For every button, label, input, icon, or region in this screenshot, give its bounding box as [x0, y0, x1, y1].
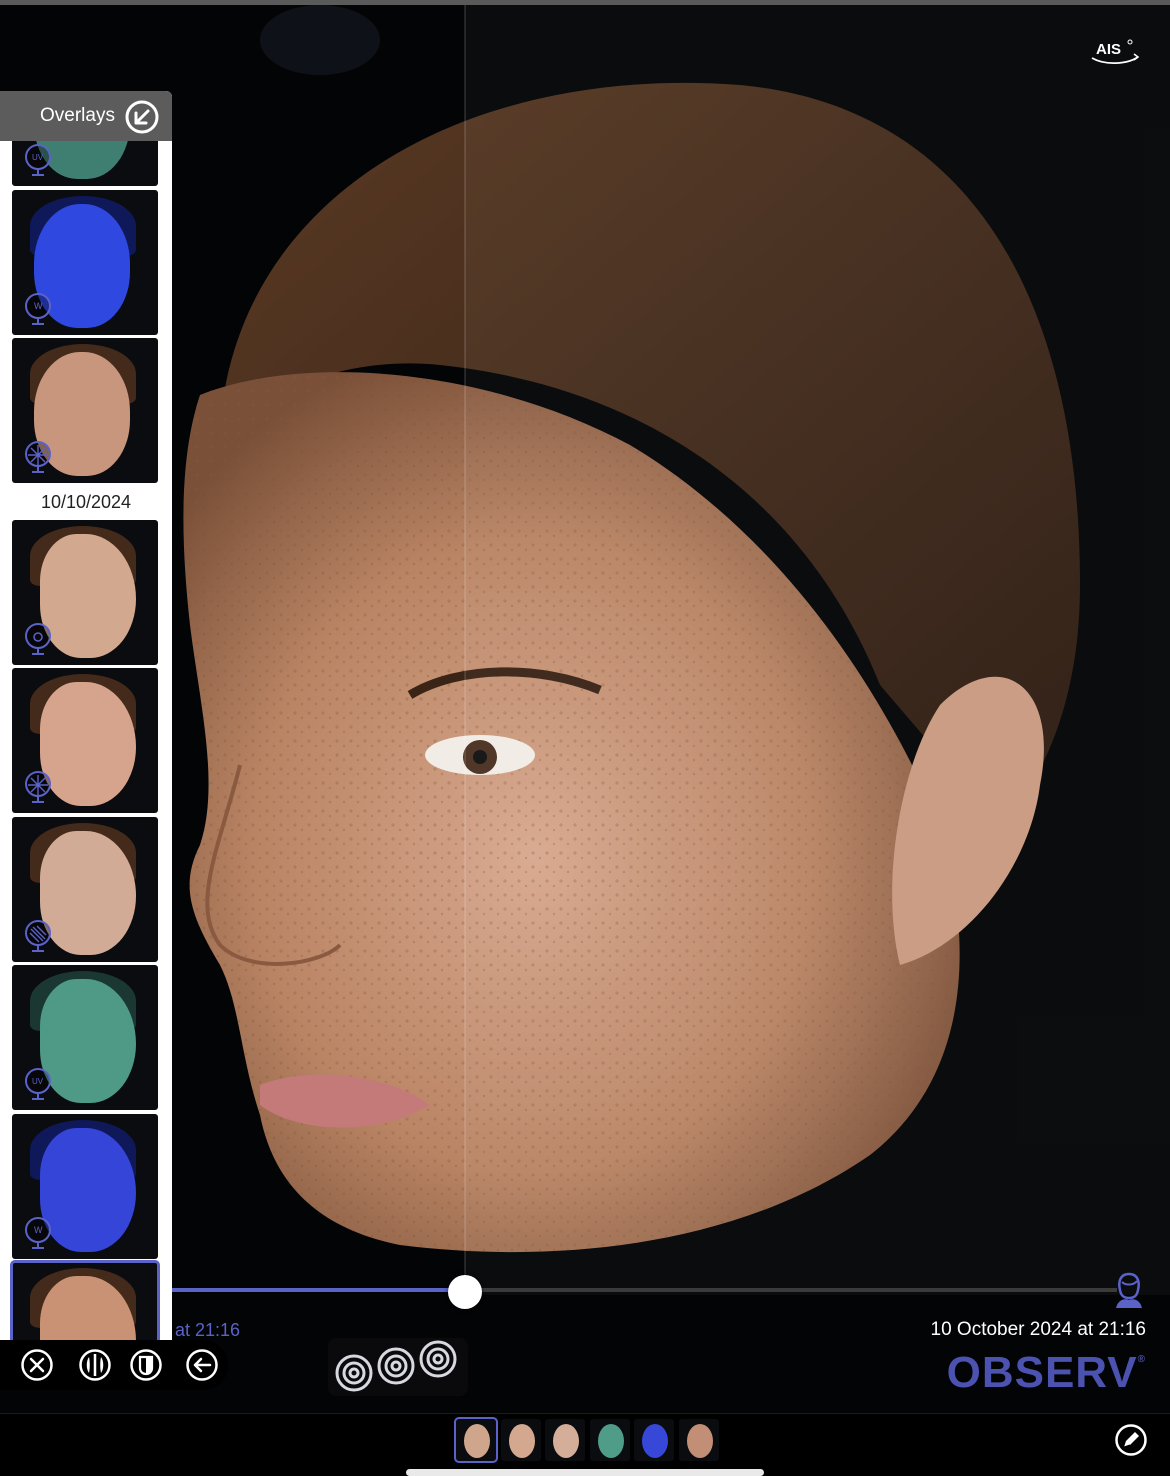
light-source-icon: W — [22, 291, 54, 325]
comparison-right-pane — [465, 5, 1170, 1295]
comparison-slider-track[interactable] — [172, 1288, 1117, 1292]
overlays-panel: Overlays UV W 10/10/2024 UV W — [0, 91, 172, 1341]
bottom-thumbnail-bar — [0, 1413, 1170, 1476]
session-date-label: 10/10/2024 — [40, 491, 132, 512]
home-indicator — [406, 1469, 764, 1476]
thumbnail-face — [642, 1424, 668, 1458]
session-overlay-thumbnail[interactable]: UV — [12, 965, 158, 1110]
brand-registered-mark: ® — [1137, 1354, 1146, 1365]
left-toolbar — [0, 1340, 228, 1390]
thumbnail-face — [508, 1424, 535, 1458]
session-overlay-thumbnail[interactable] — [10, 1260, 160, 1341]
bottom-thumbnail[interactable] — [454, 1417, 498, 1463]
svg-text:UV: UV — [32, 153, 44, 162]
ais-logo-icon: AIS — [1091, 39, 1140, 65]
bottom-thumbnail[interactable] — [500, 1419, 541, 1461]
image-viewport[interactable]: AIS — [0, 5, 1170, 1413]
ais-logo-text: AIS — [1096, 41, 1121, 58]
bottom-thumbnail[interactable] — [678, 1419, 719, 1461]
split-view-icon[interactable] — [78, 1348, 112, 1382]
light-source-icon: UV — [22, 1066, 54, 1100]
svg-text:UV: UV — [32, 1077, 44, 1086]
light-source-icon — [22, 918, 54, 952]
thumbnail-face — [464, 1424, 490, 1458]
earlier-overlay-thumbnail[interactable]: UV — [12, 141, 158, 186]
comparison-slider-handle[interactable] — [447, 1275, 482, 1309]
svg-text:W: W — [34, 301, 43, 311]
overlay-thumbnail-list[interactable]: UV W 10/10/2024 UV W — [0, 141, 172, 1341]
overlays-panel-header: Overlays — [0, 91, 172, 141]
earlier-overlay-thumbnail[interactable] — [12, 338, 158, 483]
person-silhouette-icon[interactable] — [1112, 1270, 1146, 1310]
thumbnail-face — [686, 1424, 713, 1458]
session-overlay-thumbnail[interactable] — [12, 668, 158, 813]
thumbnail-face — [597, 1424, 624, 1458]
light-source-icon — [22, 621, 54, 655]
light-source-icon — [22, 439, 54, 473]
overlay-mask-icon[interactable] — [129, 1348, 163, 1382]
thumbnail-face — [553, 1424, 579, 1458]
left-image-timestamp: at 21:16 — [175, 1320, 241, 1340]
right-image-timestamp: 10 October 2024 at 21:16 — [930, 1319, 1147, 1340]
light-source-icon: UV — [22, 142, 54, 176]
thumbnail-face — [40, 979, 136, 1103]
thumbnail-face — [40, 682, 136, 806]
svg-text:W: W — [34, 1225, 43, 1235]
bottom-thumbnail[interactable] — [589, 1419, 630, 1461]
session-overlay-thumbnail[interactable]: W — [12, 1113, 158, 1259]
bottom-thumbnail[interactable] — [634, 1419, 674, 1461]
session-overlay-thumbnail[interactable] — [12, 519, 158, 665]
brand-name: OBSERV — [946, 1348, 1138, 1397]
collapse-arrow-icon[interactable] — [124, 99, 160, 135]
comparison-slider-fill — [172, 1288, 465, 1292]
edit-pencil-icon[interactable] — [1114, 1423, 1148, 1457]
back-icon[interactable] — [185, 1348, 219, 1382]
light-source-icon: W — [22, 1215, 54, 1249]
brand-logo: OBSERV® — [947, 1348, 1146, 1398]
bottom-thumbnail[interactable] — [545, 1419, 585, 1461]
spiral-mode-icon[interactable] — [328, 1338, 468, 1396]
session-overlay-thumbnail[interactable] — [12, 816, 158, 962]
comparison-divider — [464, 5, 466, 1295]
earlier-overlay-thumbnail[interactable]: W — [12, 189, 158, 335]
close-icon[interactable] — [20, 1348, 54, 1382]
overlays-title: Overlays — [40, 105, 115, 126]
light-source-icon — [22, 769, 54, 803]
